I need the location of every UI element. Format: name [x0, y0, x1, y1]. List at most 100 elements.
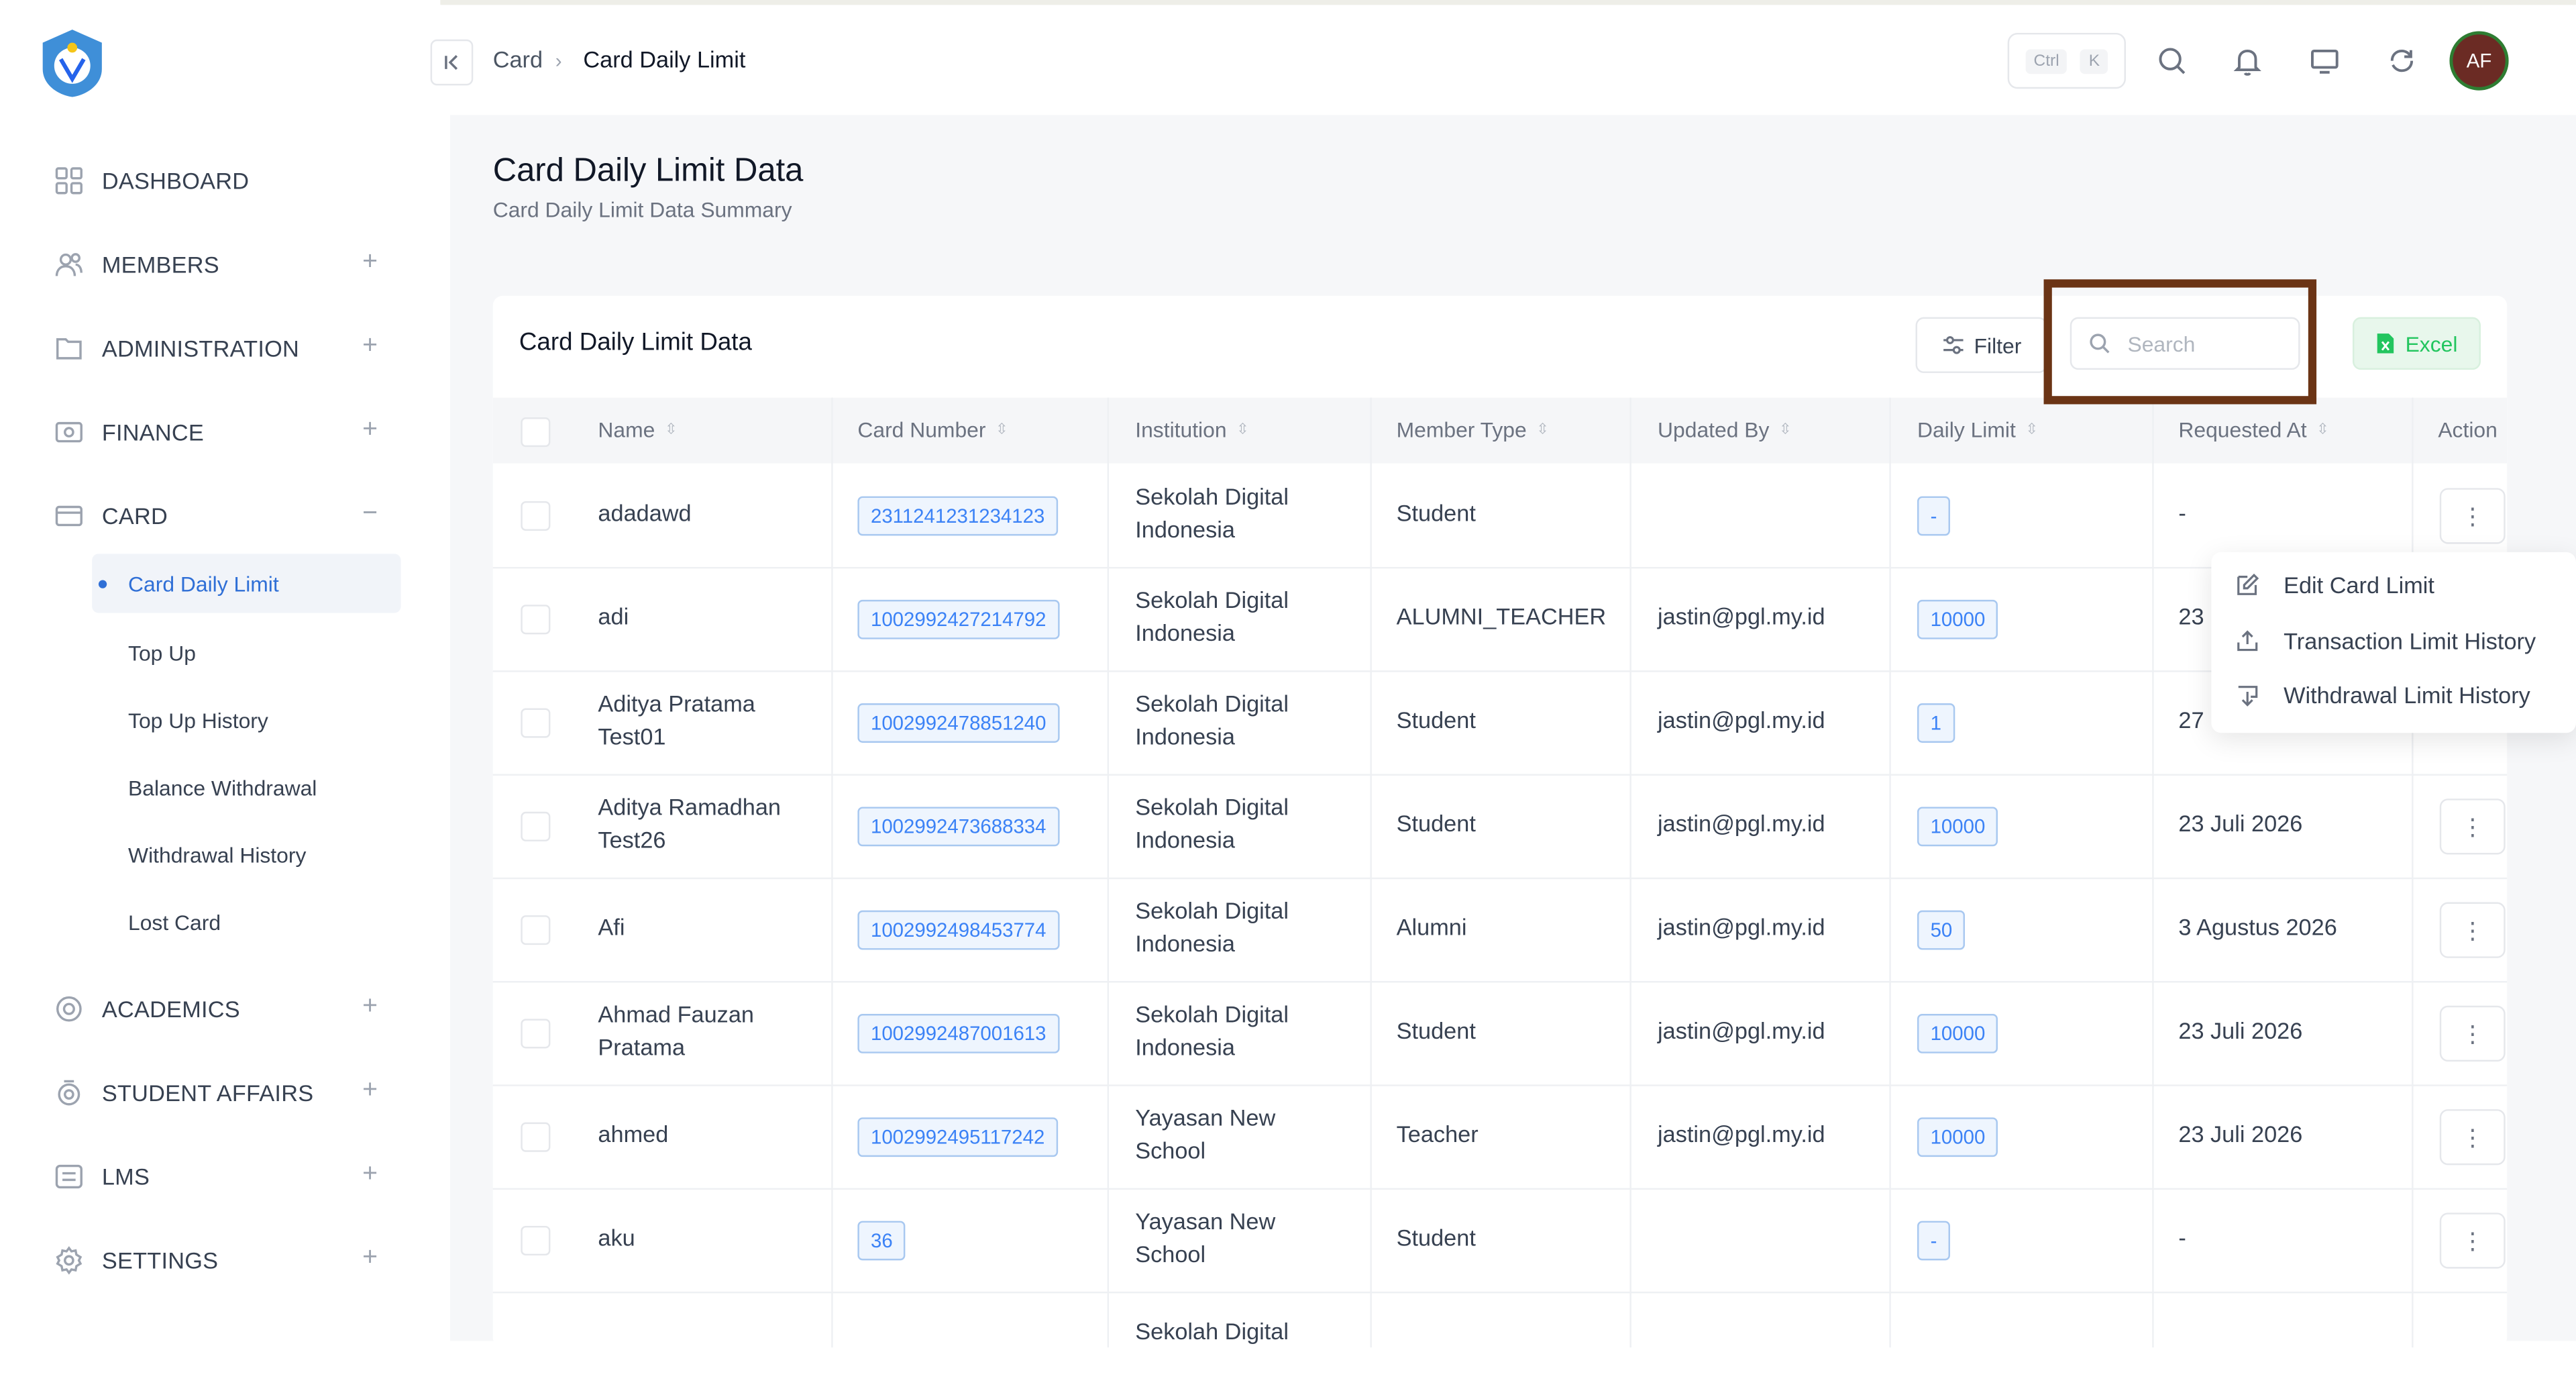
sort-icon: ⇳ [2316, 420, 2329, 437]
cell-updated-by: jastin@pgl.my.id [1658, 810, 1825, 837]
collapse-icon[interactable]: − [362, 499, 378, 529]
search-highlight-box [2043, 279, 2317, 405]
card-number-badge: 1002992498453774 [857, 910, 1060, 950]
card-number-badge: 2311241231234123 [857, 496, 1058, 536]
column-header-daily-limit[interactable]: Daily Limit ⇳ [1917, 417, 2038, 442]
collapse-icon [445, 55, 458, 70]
expand-icon[interactable]: + [362, 416, 378, 446]
menu-item-label: Withdrawal Limit History [2284, 682, 2530, 709]
column-header-requested-at[interactable]: Requested At ⇳ [2178, 417, 2328, 442]
menu-item-label: Transaction Limit History [2284, 627, 2536, 654]
sidebar-item-members[interactable]: MEMBERS + [52, 245, 397, 285]
sidebar-item-administration[interactable]: ADMINISTRATION + [52, 329, 397, 368]
monitor-icon[interactable] [2306, 43, 2343, 79]
cell-name: Afi [598, 913, 625, 940]
cell-requested-at: 23 Juli 2026 [2178, 1121, 2303, 1147]
row-action-button[interactable]: ⋮ [2439, 1109, 2506, 1166]
expand-icon[interactable]: + [362, 248, 378, 278]
sidebar-subitem-top-up[interactable]: Top Up [92, 623, 400, 682]
row-action-button[interactable]: ⋮ [2439, 1212, 2506, 1269]
column-header-updated-by[interactable]: Updated By ⇳ [1658, 417, 1792, 442]
daily-limit-badge: - [1917, 496, 1950, 536]
filter-button[interactable]: Filter [1915, 317, 2047, 373]
cell-name: Ahmad Fauzan Pratama [598, 1000, 754, 1060]
menu-item-withdrawal-limit-history[interactable]: Withdrawal Limit History [2235, 677, 2530, 713]
row-checkbox[interactable] [521, 915, 551, 945]
expand-icon[interactable]: + [362, 332, 378, 362]
subitem-label: Card Daily Limit [128, 571, 279, 596]
sort-icon: ⇳ [2025, 420, 2039, 437]
sidebar-subitem-lost-card[interactable]: Lost Card [92, 892, 400, 951]
table-row: Sekolah Digital [493, 1292, 2507, 1395]
column-header-name[interactable]: Name ⇳ [598, 417, 677, 442]
sidebar-subitem-balance-withdrawal[interactable]: Balance Withdrawal [92, 758, 400, 817]
row-checkbox[interactable] [521, 708, 551, 738]
filter-icon [1943, 335, 1963, 354]
menu-item-transaction-limit-history[interactable]: Transaction Limit History [2235, 623, 2536, 659]
sidebar-item-lms[interactable]: LMS + [52, 1157, 397, 1196]
sidebar-item-student-affairs[interactable]: STUDENT AFFAIRS + [52, 1073, 397, 1113]
row-action-button[interactable]: ⋮ [2439, 902, 2506, 958]
download-icon [2238, 686, 2258, 707]
sidebar-item-label: STUDENT AFFAIRS [101, 1079, 314, 1106]
cell-name: ahmed [598, 1121, 669, 1147]
column-header-member-type[interactable]: Member Type ⇳ [1397, 417, 1549, 442]
command-palette-shortcut[interactable]: Ctrl K [2007, 32, 2127, 89]
cell-updated-by: jastin@pgl.my.id [1658, 707, 1825, 733]
sidebar-item-label: ACADEMICS [101, 996, 240, 1023]
sidebar-item-label: LMS [101, 1163, 150, 1190]
subitem-label: Lost Card [128, 909, 221, 935]
excel-file-icon [2377, 333, 2394, 354]
data-card: Card Daily Limit Data Filter Excel Name ⇳… [492, 295, 2508, 1348]
expand-icon[interactable]: + [362, 1244, 378, 1274]
column-label: Updated By [1658, 417, 1770, 442]
sidebar-item-card[interactable]: CARD − [52, 497, 397, 536]
select-all-checkbox[interactable] [521, 417, 551, 448]
more-vertical-icon: ⋮ [2461, 916, 2484, 943]
row-checkbox[interactable] [521, 1225, 551, 1256]
sidebar-subitem-card-daily-limit[interactable]: Card Daily Limit [92, 554, 401, 613]
row-action-button[interactable]: ⋮ [2439, 798, 2506, 855]
sidebar-item-settings[interactable]: SETTINGS + [52, 1241, 397, 1280]
row-action-button[interactable]: ⋮ [2439, 488, 2506, 544]
row-checkbox[interactable] [521, 605, 551, 635]
expand-icon[interactable]: + [362, 1076, 378, 1106]
sidebar-subitem-top-up-history[interactable]: Top Up History [92, 690, 400, 750]
menu-item-edit-card-limit[interactable]: Edit Card Limit [2235, 567, 2434, 603]
avatar[interactable]: AF [2449, 31, 2509, 91]
cell-requested-at: 23 [2178, 603, 2204, 629]
logo-icon[interactable] [36, 26, 109, 99]
sidebar-item-label: FINANCE [101, 419, 205, 446]
cell-institution: Sekolah Digital Indonesia [1135, 483, 1289, 543]
sidebar: DASHBOARD MEMBERS + ADMINISTRATION + FIN… [0, 0, 441, 1341]
excel-label: Excel [2405, 331, 2458, 356]
excel-export-button[interactable]: Excel [2352, 317, 2481, 370]
kbd-k: K [2080, 48, 2108, 73]
breadcrumb-parent[interactable]: Card [493, 46, 543, 72]
expand-icon[interactable]: + [362, 992, 378, 1022]
sidebar-subitem-withdrawal-history[interactable]: Withdrawal History [92, 825, 400, 884]
cell-name: aku [598, 1224, 635, 1251]
cell-member-type: Student [1396, 707, 1476, 733]
cell-name: adi [598, 603, 629, 629]
row-checkbox[interactable] [521, 811, 551, 841]
sidebar-item-academics[interactable]: ACADEMICS + [52, 989, 397, 1029]
column-label: Daily Limit [1917, 417, 2016, 442]
sidebar-item-dashboard[interactable]: DASHBOARD [52, 161, 397, 201]
row-checkbox[interactable] [521, 501, 551, 531]
row-action-button[interactable]: ⋮ [2439, 1005, 2506, 1062]
sidebar-item-finance[interactable]: FINANCE + [52, 413, 397, 452]
search-icon[interactable] [2154, 43, 2190, 79]
cell-requested-at: 23 Juli 2026 [2178, 1017, 2303, 1044]
refresh-icon[interactable] [2383, 43, 2420, 79]
expand-icon[interactable]: + [362, 1160, 378, 1190]
row-checkbox[interactable] [521, 1019, 551, 1049]
row-action-menu: Edit Card Limit Transaction Limit Histor… [2211, 552, 2576, 733]
collapse-sidebar-button[interactable] [430, 39, 474, 86]
column-header-institution[interactable]: Institution ⇳ [1135, 417, 1248, 442]
column-header-card-number[interactable]: Card Number ⇳ [857, 417, 1008, 442]
table-row: Aditya Ramadhan Test26 1002992473688334 … [492, 774, 2508, 880]
card-number-badge: 1002992473688334 [857, 807, 1060, 847]
bell-icon[interactable] [2229, 43, 2265, 79]
row-checkbox[interactable] [521, 1122, 551, 1152]
